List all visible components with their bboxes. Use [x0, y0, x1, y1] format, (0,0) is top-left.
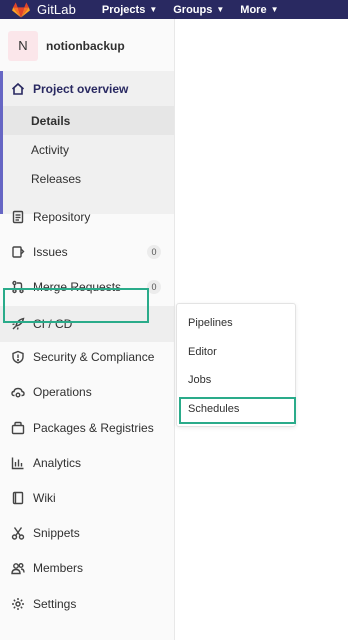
flyout-item-jobs[interactable]: Jobs	[177, 366, 295, 394]
sidebar-item-security-compliance[interactable]: Security & Compliance	[0, 339, 174, 374]
gitlab-logo[interactable]: GitLab	[12, 2, 76, 18]
sidebar-subitem-details[interactable]: Details	[3, 106, 174, 135]
sidebar-item-project-overview[interactable]: Project overview	[3, 71, 174, 106]
issues-icon	[12, 245, 25, 258]
document-icon	[12, 210, 24, 223]
sidebar-item-label: Project overview	[33, 81, 129, 96]
brand-name[interactable]: GitLab	[37, 2, 76, 17]
nav-more[interactable]: More ▼	[240, 4, 278, 16]
home-icon	[11, 82, 25, 95]
sidebar-item-wiki[interactable]: Wiki	[0, 480, 174, 515]
gear-icon	[12, 597, 24, 610]
flyout-item-editor[interactable]: Editor	[177, 338, 295, 366]
chevron-down-icon: ▼	[270, 5, 279, 14]
project-context-header[interactable]: N notionbackup	[0, 19, 174, 72]
flyout-item-label: Pipelines	[188, 317, 233, 329]
project-avatar: N	[8, 30, 38, 61]
sidebar-item-label: Packages & Registries	[33, 420, 154, 435]
sidebar-item-operations[interactable]: Operations	[0, 374, 174, 409]
sidebar-item-repository[interactable]: Repository	[0, 199, 174, 234]
sidebar-item-label: Wiki	[33, 490, 56, 505]
nav-projects-label: Projects	[101, 3, 146, 16]
chevron-down-icon: ▼	[149, 5, 158, 14]
top-navbar: GitLab Projects ▼ Groups ▼ More ▼	[0, 0, 348, 19]
sidebar-item-label: Repository	[33, 209, 91, 224]
sidebar-item-issues[interactable]: Issues 0	[0, 234, 174, 269]
top-nav: Projects ▼ Groups ▼ More ▼	[102, 4, 295, 16]
users-icon	[11, 562, 25, 574]
nav-projects[interactable]: Projects ▼	[102, 4, 157, 16]
gitlab-logo-icon	[12, 2, 30, 18]
highlight-box-ci-cd	[3, 288, 149, 323]
package-icon	[11, 421, 25, 434]
issues-count-badge: 0	[147, 244, 161, 259]
sidebar-item-label: Members	[33, 560, 84, 575]
chevron-down-icon: ▼	[216, 5, 225, 14]
cloud-gear-icon	[11, 387, 25, 397]
project-sidebar: N notionbackup Project overview Details …	[0, 19, 175, 640]
sidebar-subitem-releases[interactable]: Releases	[3, 164, 174, 193]
nav-groups[interactable]: Groups ▼	[173, 4, 224, 16]
sidebar-subitem-label: Releases	[31, 171, 82, 186]
sidebar-subitem-activity[interactable]: Activity	[3, 135, 174, 164]
sidebar-item-snippets[interactable]: Snippets	[0, 515, 174, 550]
flyout-item-label: Jobs	[188, 374, 212, 386]
sidebar-item-label: Settings	[33, 596, 77, 611]
sidebar-item-packages-registries[interactable]: Packages & Registries	[0, 410, 174, 445]
sidebar-item-label: Operations	[33, 384, 92, 399]
book-icon	[12, 491, 24, 504]
sidebar-item-members[interactable]: Members	[0, 550, 174, 585]
flyout-item-label: Editor	[188, 346, 217, 358]
shield-icon	[12, 350, 24, 364]
sidebar-item-label: Analytics	[33, 455, 82, 470]
scissors-icon	[11, 526, 25, 540]
highlight-box-schedules	[179, 397, 296, 424]
flyout-item-pipelines[interactable]: Pipelines	[177, 309, 295, 337]
chart-icon	[11, 457, 24, 469]
nav-groups-label: Groups	[173, 3, 213, 16]
sidebar-item-label: Security & Compliance	[33, 349, 155, 364]
nav-more-label: More	[240, 3, 267, 16]
sidebar-item-label: Issues	[33, 244, 68, 259]
sidebar-item-analytics[interactable]: Analytics	[0, 445, 174, 480]
sidebar-item-label: Snippets	[33, 525, 80, 540]
project-name: notionbackup	[46, 38, 125, 53]
sidebar-item-settings[interactable]: Settings	[0, 586, 174, 621]
sidebar-group-project-overview: Project overview Details Activity Releas…	[0, 71, 174, 214]
sidebar-subitem-label: Details	[31, 113, 71, 128]
sidebar-subitem-label: Activity	[31, 142, 70, 157]
merge-requests-count-badge: 0	[147, 279, 161, 294]
